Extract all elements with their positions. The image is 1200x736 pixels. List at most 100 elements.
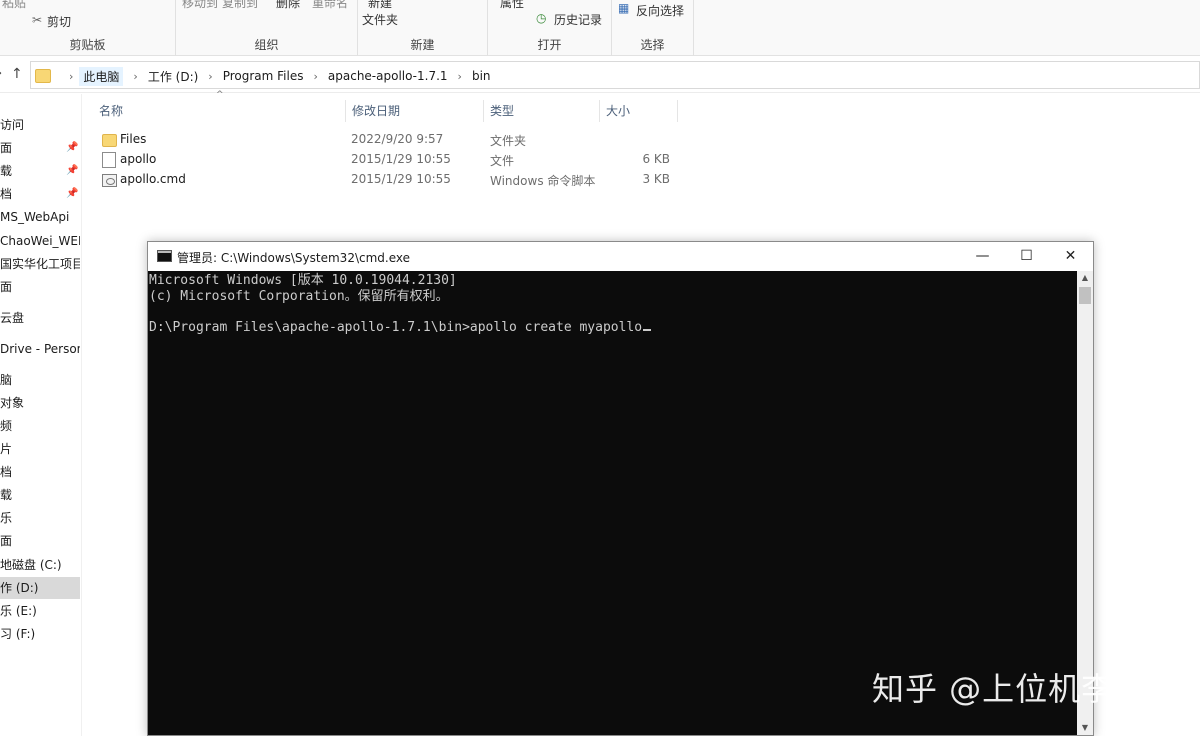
file-date: 2015/1/29 10:55 xyxy=(351,172,451,186)
cmd-script-icon xyxy=(102,174,117,187)
scroll-down-icon[interactable]: ▼ xyxy=(1077,721,1093,735)
ribbon: 粘贴 ✂ 剪切 剪贴板 移动到 复制到 删除 重命名 组织 新建 文件夹 新建 … xyxy=(0,0,1200,56)
sidebar-item[interactable]: 档 xyxy=(0,461,80,483)
delete-button[interactable]: 删除 xyxy=(276,0,300,11)
ribbon-group-organize: 移动到 复制到 删除 重命名 组织 xyxy=(176,0,358,56)
sidebar-item-drive-f[interactable]: 习 (F:) xyxy=(0,623,80,645)
sidebar-item-drive-c[interactable]: 地磁盘 (C:) xyxy=(0,554,80,576)
invert-selection-button[interactable]: 反向选择 xyxy=(636,2,684,19)
breadcrumb-this-pc[interactable]: 此电脑 xyxy=(79,66,124,86)
pin-icon: 📌 xyxy=(66,188,79,199)
sidebar-item[interactable]: 面 xyxy=(0,276,80,298)
sidebar-item[interactable]: 乐 xyxy=(0,507,80,529)
sidebar-item[interactable]: 国实华化工项目材 xyxy=(0,253,80,275)
ribbon-group-label: 新建 xyxy=(410,38,435,52)
watermark: 知乎 @上位机李工 xyxy=(872,670,1148,708)
history-icon: ◷ xyxy=(536,11,547,25)
paste-button[interactable]: 粘贴 xyxy=(2,0,26,11)
pin-icon: 📌 xyxy=(66,165,79,176)
file-size: 6 KB xyxy=(642,152,670,166)
close-button[interactable]: ✕ xyxy=(1048,242,1093,271)
column-header-date[interactable]: 修改日期 xyxy=(346,100,484,122)
breadcrumb-apache-apollo[interactable]: apache-apollo-1.7.1 xyxy=(328,69,448,83)
sidebar-item[interactable]: 面 xyxy=(0,530,80,552)
chevron-right-icon[interactable]: › xyxy=(458,70,462,83)
text-cursor xyxy=(643,328,652,331)
column-header-type[interactable]: 类型 xyxy=(484,100,600,122)
pin-icon: 📌 xyxy=(66,142,79,153)
chevron-right-icon[interactable]: › xyxy=(313,70,317,83)
maximize-button[interactable]: ☐ xyxy=(1004,242,1049,271)
ribbon-group-label: 组织 xyxy=(254,38,279,52)
sidebar-item[interactable]: Drive - Persona xyxy=(0,338,80,360)
file-date: 2022/9/20 9:57 xyxy=(351,132,444,146)
properties-button[interactable]: 属性 xyxy=(500,0,524,11)
sidebar-item[interactable]: MS_WebApi xyxy=(0,206,80,228)
column-header-name[interactable]: 名称 xyxy=(93,100,346,122)
minimize-button[interactable]: — xyxy=(960,242,1005,271)
ribbon-group-label: 打开 xyxy=(537,38,562,52)
new-item-label: 新建 xyxy=(368,0,393,10)
ribbon-group-label: 剪贴板 xyxy=(69,38,106,52)
address-bar[interactable]: › 此电脑 › 工作 (D:) › Program Files › apache… xyxy=(30,61,1200,89)
file-row[interactable]: apollo 2015/1/29 10:55 文件 6 KB xyxy=(94,150,694,170)
address-row: › ↑ › 此电脑 › 工作 (D:) › Program Files › ap… xyxy=(0,57,1200,93)
up-arrow-icon[interactable]: ↑ xyxy=(11,66,23,82)
cut-button[interactable]: 剪切 xyxy=(47,13,71,30)
breadcrumb-drive-d[interactable]: 工作 (D:) xyxy=(148,68,198,85)
file-row[interactable]: Files 2022/9/20 9:57 文件夹 xyxy=(94,130,694,150)
new-folder-button[interactable]: 文件夹 xyxy=(362,11,398,28)
file-name: apollo.cmd xyxy=(120,172,186,186)
copy-to-button[interactable]: 复制到 xyxy=(222,0,258,11)
navigation-pane: 访问 面 📌 载 📌 档 📌 MS_WebApi ChaoWei_WEB 国实华… xyxy=(0,94,82,736)
sidebar-item-drive-d[interactable]: 作 (D:) xyxy=(0,577,80,599)
cmd-title-bar[interactable]: 管理员: C:\Windows\System32\cmd.exe — ☐ ✕ xyxy=(148,242,1093,271)
sidebar-item[interactable]: ChaoWei_WEB xyxy=(0,230,80,252)
file-name: Files xyxy=(120,132,147,146)
chevron-right-icon[interactable]: › xyxy=(208,70,212,83)
console-input-line[interactable]: D:\Program Files\apache-apollo-1.7.1\bin… xyxy=(149,320,1077,336)
cmd-window[interactable]: 管理员: C:\Windows\System32\cmd.exe — ☐ ✕ M… xyxy=(147,241,1094,736)
column-header-size[interactable]: 大小 xyxy=(600,100,678,122)
breadcrumb-bin[interactable]: bin xyxy=(472,69,491,83)
ribbon-group-label: 选择 xyxy=(640,38,665,52)
invert-selection-icon: ▦ xyxy=(618,1,630,15)
file-type: 文件 xyxy=(490,154,515,168)
file-icon xyxy=(102,152,116,168)
file-size: 3 KB xyxy=(642,172,670,186)
folder-icon xyxy=(35,69,51,83)
sidebar-item[interactable]: 频 xyxy=(0,415,80,437)
sidebar-item[interactable]: 载 xyxy=(0,484,80,506)
sidebar-item-drive-e[interactable]: 乐 (E:) xyxy=(0,600,80,622)
sidebar-item[interactable]: 云盘 xyxy=(0,307,80,329)
chevron-right-icon[interactable]: › xyxy=(133,70,137,83)
ribbon-group-clipboard: 粘贴 ✂ 剪切 剪贴板 xyxy=(0,0,176,56)
file-name: apollo xyxy=(120,152,157,166)
chevron-right-icon[interactable]: › xyxy=(69,70,73,83)
scroll-thumb[interactable] xyxy=(1079,287,1091,304)
file-type: Windows 命令脚本 xyxy=(490,174,596,188)
scissors-icon: ✂ xyxy=(32,13,43,27)
history-button[interactable]: 历史记录 xyxy=(554,11,602,28)
console-line: Microsoft Windows [版本 10.0.19044.2130] xyxy=(149,273,457,288)
sidebar-item[interactable]: 片 xyxy=(0,438,80,460)
sidebar-item[interactable]: 对象 xyxy=(0,392,80,414)
sidebar-item[interactable]: 脑 xyxy=(0,369,80,391)
cmd-window-title: 管理员: C:\Windows\System32\cmd.exe xyxy=(177,251,410,265)
back-arrow-icon[interactable]: › xyxy=(0,66,2,81)
ribbon-group-select: ▦ 反向选择 选择 xyxy=(612,0,694,56)
sidebar-item[interactable]: 访问 xyxy=(0,114,80,136)
console-line: (c) Microsoft Corporation。保留所有权利。 xyxy=(149,288,449,304)
scroll-up-icon[interactable]: ▲ xyxy=(1077,271,1093,285)
move-to-button[interactable]: 移动到 xyxy=(182,0,218,11)
folder-icon xyxy=(102,134,117,147)
breadcrumb-program-files[interactable]: Program Files xyxy=(223,69,304,83)
file-row[interactable]: apollo.cmd 2015/1/29 10:55 Windows 命令脚本 … xyxy=(94,170,694,190)
console-command: D:\Program Files\apache-apollo-1.7.1\bin… xyxy=(149,319,643,335)
rename-button[interactable]: 重命名 xyxy=(312,0,348,11)
console-icon xyxy=(157,250,172,262)
breadcrumb: › 此电脑 › 工作 (D:) › Program Files › apache… xyxy=(35,66,491,86)
file-date: 2015/1/29 10:55 xyxy=(351,152,451,166)
ribbon-group-open: 属性 ◷ 历史记录 打开 xyxy=(488,0,612,56)
